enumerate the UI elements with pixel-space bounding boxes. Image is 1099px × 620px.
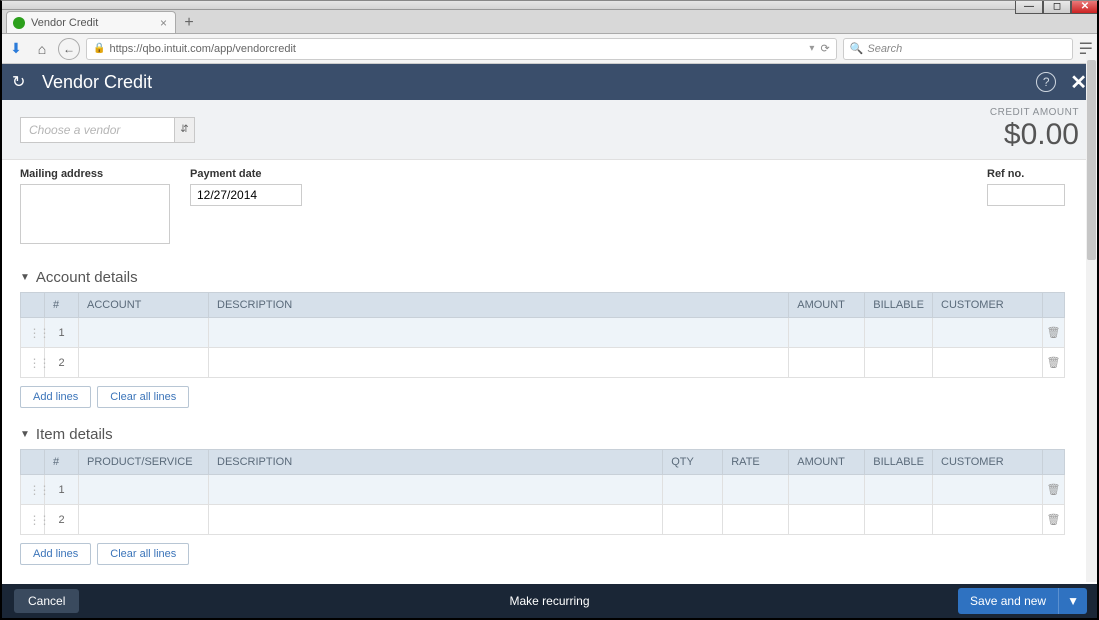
col-account: ACCOUNT [79, 293, 209, 318]
drag-handle-icon[interactable] [21, 318, 45, 348]
make-recurring-link[interactable]: Make recurring [509, 594, 589, 608]
col-description: DESCRIPTION [209, 450, 663, 475]
tab-close-icon[interactable]: × [160, 16, 167, 30]
col-qty: QTY [663, 450, 723, 475]
search-placeholder: Search [867, 43, 902, 55]
reload-icon[interactable]: ⟳ [820, 42, 829, 55]
account-details-table: # ACCOUNT DESCRIPTION AMOUNT BILLABLE CU… [20, 292, 1065, 378]
account-details-title: Account details [36, 269, 138, 286]
app-header: ↻ Vendor Credit ? ✕ [0, 64, 1099, 100]
downloads-icon[interactable]: ⬇ [6, 40, 26, 57]
item-details-title: Item details [36, 426, 113, 443]
credit-amount-value: $0.00 [990, 118, 1079, 152]
cancel-button[interactable]: Cancel [14, 589, 79, 613]
clear-lines-button[interactable]: Clear all lines [97, 543, 189, 565]
url-text: https://qbo.intuit.com/app/vendorcredit [109, 43, 296, 55]
col-customer: CUSTOMER [933, 450, 1043, 475]
col-amount: AMOUNT [789, 293, 865, 318]
browser-toolbar: ⬇ ⌂ ← 🔒 https://qbo.intuit.com/app/vendo… [0, 34, 1099, 64]
qbo-favicon [13, 17, 25, 29]
add-lines-button[interactable]: Add lines [20, 386, 91, 408]
scrollbar[interactable] [1086, 50, 1097, 582]
delete-row-icon[interactable]: 🗑 [1043, 348, 1065, 378]
lock-icon: 🔒 [93, 43, 105, 54]
row-number: 1 [45, 318, 79, 348]
add-lines-button[interactable]: Add lines [20, 543, 91, 565]
mailing-address-input[interactable] [20, 184, 170, 244]
payment-date-label: Payment date [190, 168, 302, 180]
clear-lines-button[interactable]: Clear all lines [97, 386, 189, 408]
delete-row-icon[interactable]: 🗑 [1043, 475, 1065, 505]
save-dropdown-icon[interactable]: ▼ [1058, 588, 1087, 614]
browser-search[interactable]: 🔍 Search [843, 38, 1073, 60]
drag-handle-icon[interactable] [21, 475, 45, 505]
help-icon[interactable]: ? [1036, 72, 1056, 92]
new-tab-button[interactable]: + [176, 13, 202, 33]
vendor-amount-bar: Choose a vendor ⇵ CREDIT AMOUNT $0.00 [0, 100, 1099, 160]
window-close-button[interactable]: ✕ [1071, 0, 1099, 14]
col-customer: CUSTOMER [933, 293, 1043, 318]
window-maximize-button[interactable]: ◻ [1043, 0, 1071, 14]
window-minimize-button[interactable]: — [1015, 0, 1043, 14]
drag-handle-icon[interactable] [21, 505, 45, 535]
payment-date-input[interactable] [190, 184, 302, 206]
col-product: PRODUCT/SERVICE [79, 450, 209, 475]
col-description: DESCRIPTION [209, 293, 789, 318]
history-icon[interactable]: ↻ [12, 72, 32, 92]
close-panel-icon[interactable]: ✕ [1070, 70, 1087, 95]
row-number: 1 [45, 475, 79, 505]
dropdown-icon[interactable]: ▾ [809, 43, 814, 54]
search-icon: 🔍 [850, 42, 864, 55]
ref-no-input[interactable] [987, 184, 1065, 206]
table-row[interactable]: 2 🗑 [21, 505, 1065, 535]
account-details-toggle[interactable]: ▼ Account details [20, 269, 1065, 286]
table-row[interactable]: 1 🗑 [21, 318, 1065, 348]
col-amount: AMOUNT [789, 450, 865, 475]
col-billable: BILLABLE [865, 293, 933, 318]
save-and-new-button[interactable]: Save and new ▼ [958, 588, 1087, 614]
vendor-placeholder: Choose a vendor [21, 123, 174, 137]
col-rate: RATE [723, 450, 789, 475]
mailing-address-label: Mailing address [20, 168, 170, 180]
triangle-down-icon: ▼ [20, 429, 30, 440]
delete-row-icon[interactable]: 🗑 [1043, 505, 1065, 535]
ref-no-label: Ref no. [987, 168, 1065, 180]
vendor-dropdown-icon[interactable]: ⇵ [174, 118, 194, 142]
triangle-down-icon: ▼ [20, 272, 30, 283]
save-new-label: Save and new [958, 588, 1058, 614]
page-title: Vendor Credit [42, 72, 152, 93]
delete-row-icon[interactable]: 🗑 [1043, 318, 1065, 348]
col-num: # [45, 293, 79, 318]
item-details-table: # PRODUCT/SERVICE DESCRIPTION QTY RATE A… [20, 449, 1065, 535]
row-number: 2 [45, 348, 79, 378]
drag-handle-icon[interactable] [21, 348, 45, 378]
browser-tab[interactable]: Vendor Credit × [6, 11, 176, 33]
tab-title: Vendor Credit [31, 17, 98, 29]
row-number: 2 [45, 505, 79, 535]
credit-amount-label: CREDIT AMOUNT [990, 107, 1079, 118]
col-billable: BILLABLE [865, 450, 933, 475]
vendor-select[interactable]: Choose a vendor ⇵ [20, 117, 195, 143]
home-icon[interactable]: ⌂ [32, 41, 52, 57]
url-bar[interactable]: 🔒 https://qbo.intuit.com/app/vendorcredi… [86, 38, 837, 60]
back-button[interactable]: ← [58, 38, 80, 60]
footer-bar: Cancel Make recurring Save and new ▼ [2, 584, 1097, 618]
table-row[interactable]: 2 🗑 [21, 348, 1065, 378]
item-details-toggle[interactable]: ▼ Item details [20, 426, 1065, 443]
tab-strip: Vendor Credit × + [0, 10, 1099, 34]
table-row[interactable]: 1 🗑 [21, 475, 1065, 505]
col-num: # [45, 450, 79, 475]
